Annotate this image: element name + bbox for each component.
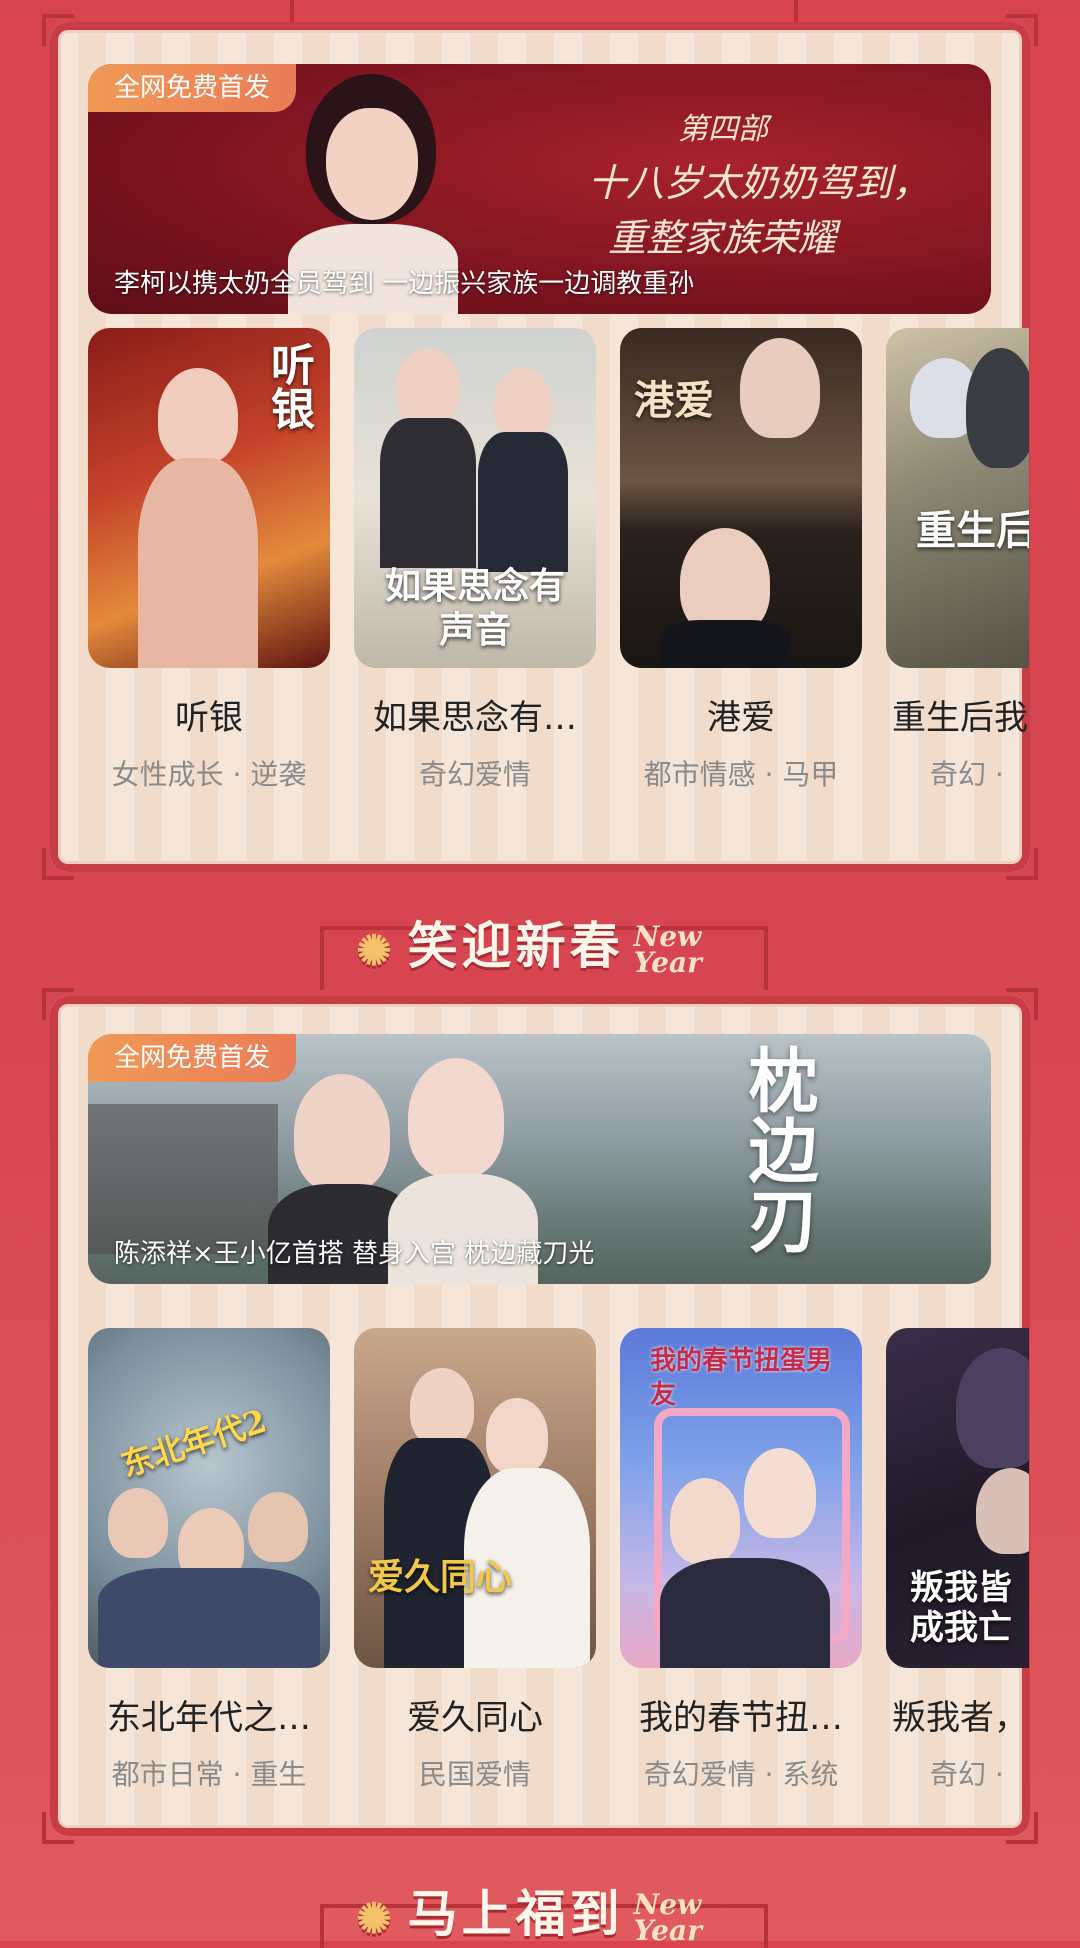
- section-divider-title: ✺ 笑迎新春 New Year: [0, 906, 1080, 978]
- drama-tags: 民国爱情: [418, 1758, 531, 1791]
- top-frame-deco: [290, 0, 798, 22]
- drama-cover: 叛我皆成我亡: [886, 1328, 1029, 1668]
- drama-tags: 都市情感 · 马甲: [643, 758, 839, 791]
- drama-card[interactable]: 叛我皆成我亡 叛我者， 奇幻 ·: [886, 1328, 1029, 1793]
- banner-title: 第四部 十八岁太奶奶驾到， 重整家族荣耀: [588, 104, 930, 262]
- corner-deco: [42, 1812, 74, 1844]
- drama-cover: 听银: [88, 328, 330, 668]
- drama-card[interactable]: 听银 听银 女性成长 · 逆袭: [88, 328, 330, 793]
- drama-tags: 奇幻爱情: [418, 758, 531, 791]
- drama-cover: 如果思念有声音: [354, 328, 596, 668]
- banner-pavilion: [88, 1104, 278, 1254]
- drama-title: 爱久同心: [407, 1698, 543, 1738]
- drama-tags: 奇幻 ·: [930, 1758, 1004, 1791]
- cover-title: 我的春节扭蛋男友: [650, 1346, 833, 1410]
- drama-list-2: 东北年代2 东北年代之… 都市日常 · 重生 爱久同心 爱久同心 民国爱情 我的…: [88, 1328, 1029, 1828]
- drama-card[interactable]: 爱久同心 爱久同心 民国爱情: [354, 1328, 596, 1793]
- drama-panel-2: 枕边刃 全网免费首发 陈添祥×王小亿首搭 替身入宫 枕边藏刀光 东北年代2 东北…: [42, 988, 1038, 1844]
- drama-title: 如果思念有…: [373, 698, 577, 738]
- banner-title-line2: 重整家族荣耀: [608, 216, 837, 260]
- corner-deco: [1006, 14, 1038, 46]
- drama-title: 东北年代之…: [107, 1698, 311, 1738]
- drama-cover: 重生后: [886, 328, 1029, 668]
- drama-tags: 女性成长 · 逆袭: [111, 758, 307, 791]
- drama-list-1: 听银 听银 女性成长 · 逆袭 如果思念有声音 如果思念有… 奇幻爱情 港爱 港…: [88, 328, 1029, 828]
- drama-card[interactable]: 东北年代2 东北年代之… 都市日常 · 重生: [88, 1328, 330, 1793]
- drama-cover: 我的春节扭蛋男友: [620, 1328, 862, 1668]
- cover-title: 爱久同心: [368, 1556, 513, 1598]
- new-year-deco: New Year: [633, 1888, 702, 1947]
- corner-deco: [42, 848, 74, 880]
- firework-icon: ✺: [356, 1893, 396, 1943]
- drama-panel-1: 第四部 十八岁太奶奶驾到， 重整家族荣耀 全网免费首发 李柯以携太奶全员驾到 一…: [42, 14, 1038, 880]
- featured-banner[interactable]: 枕边刃 全网免费首发 陈添祥×王小亿首搭 替身入宫 枕边藏刀光: [88, 1034, 991, 1284]
- drama-card[interactable]: 我的春节扭蛋男友 我的春节扭… 奇幻爱情 · 系统: [620, 1328, 862, 1793]
- free-premiere-badge: 全网免费首发: [88, 64, 297, 112]
- drama-title: 听银: [175, 698, 243, 738]
- drama-card[interactable]: 港爱 港爱 都市情感 · 马甲: [620, 328, 862, 793]
- drama-title: 我的春节扭…: [639, 1698, 843, 1738]
- divider-title-text: 笑迎新春: [407, 916, 624, 975]
- drama-cover: 东北年代2: [88, 1328, 330, 1668]
- corner-deco: [1006, 848, 1038, 880]
- drama-title: 重生后我: [892, 698, 1028, 738]
- cover-title: 叛我皆成我亡: [910, 1568, 1012, 1648]
- drama-card[interactable]: 如果思念有声音 如果思念有… 奇幻爱情: [354, 328, 596, 793]
- cover-title: 港爱: [634, 377, 714, 424]
- banner-caption: 李柯以携太奶全员驾到 一边振兴家族一边调教重孙: [114, 269, 695, 299]
- banner-title-line1: 十八岁太奶奶驾到，: [588, 161, 931, 205]
- corner-deco: [42, 14, 74, 46]
- drama-tags: 奇幻爱情 · 系统: [643, 1758, 839, 1791]
- free-premiere-badge: 全网免费首发: [88, 1034, 297, 1082]
- firework-icon: ✺: [356, 925, 396, 975]
- banner-title-small: 第四部: [678, 112, 768, 147]
- banner-caption: 陈添祥×王小亿首搭 替身入宫 枕边藏刀光: [114, 1239, 595, 1269]
- drama-title: 港爱: [707, 698, 775, 738]
- corner-deco: [42, 988, 74, 1020]
- drama-tags: 都市日常 · 重生: [111, 1758, 307, 1791]
- divider-title-text: 马上福到: [407, 1884, 624, 1943]
- drama-cover: 港爱: [620, 328, 862, 668]
- cover-title: 听银: [263, 342, 314, 430]
- drama-card[interactable]: 重生后 重生后我 奇幻 ·: [886, 328, 1029, 793]
- banner-title: 枕边刃: [737, 1044, 820, 1254]
- drama-title: 叛我者，: [892, 1698, 1028, 1738]
- new-year-deco: New Year: [633, 920, 702, 979]
- drama-cover: 爱久同心: [354, 1328, 596, 1668]
- cover-title: 重生后: [916, 507, 1029, 554]
- cover-title: 东北年代2: [116, 1401, 272, 1485]
- featured-banner[interactable]: 第四部 十八岁太奶奶驾到， 重整家族荣耀 全网免费首发 李柯以携太奶全员驾到 一…: [88, 64, 991, 314]
- corner-deco: [1006, 988, 1038, 1020]
- drama-tags: 奇幻 ·: [930, 758, 1004, 791]
- cover-title: 如果思念有声音: [384, 565, 565, 651]
- section-divider-title: ✺ 马上福到 New Year: [0, 1874, 1080, 1946]
